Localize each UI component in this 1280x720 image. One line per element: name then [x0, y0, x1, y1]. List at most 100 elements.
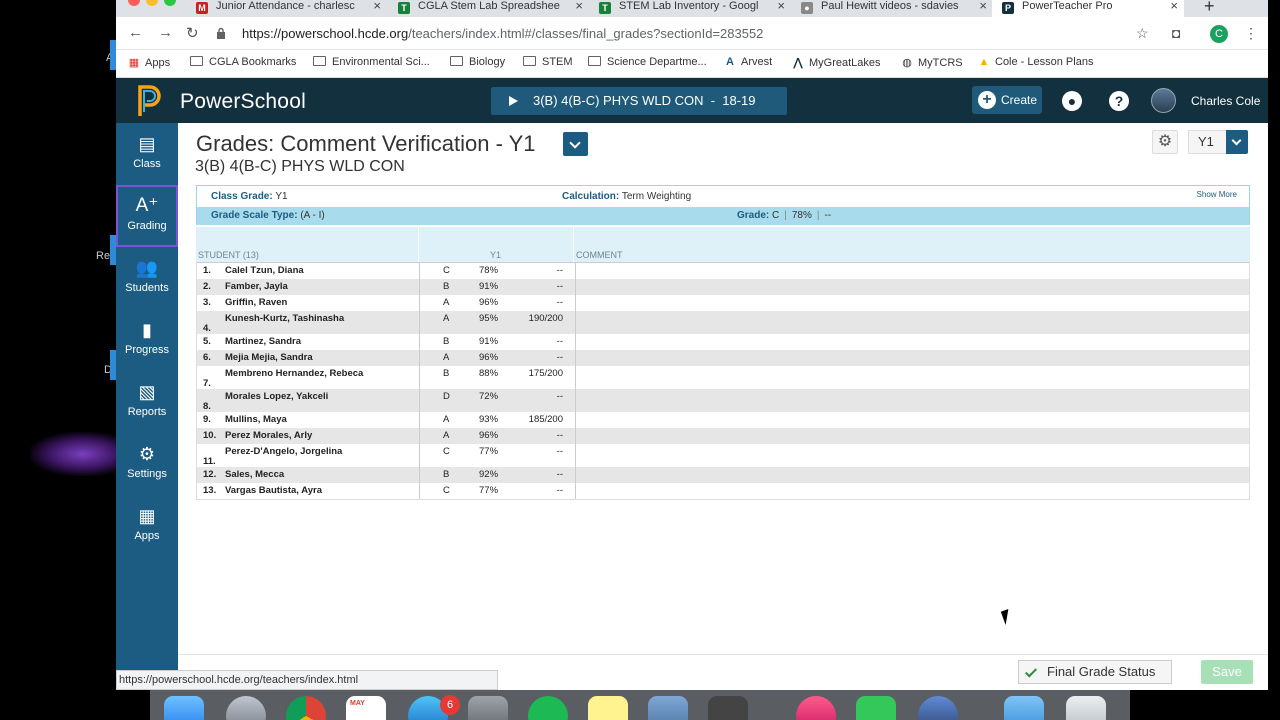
table-row[interactable]: 7. Membreno Hernandez, Rebeca B 88% 175/200 — [197, 366, 1249, 389]
user-name[interactable]: Charles Cole — [1191, 94, 1260, 108]
close-tab-icon[interactable]: × — [373, 0, 381, 12]
chrome-icon[interactable] — [286, 696, 326, 720]
comment-cell[interactable] — [575, 412, 1249, 428]
sidebar-item-settings[interactable]: ⚙ Settings — [116, 433, 178, 495]
student-name[interactable]: Kunesh-Kurtz, Tashinasha — [225, 313, 415, 324]
comment-cell[interactable] — [575, 334, 1249, 350]
create-button[interactable]: + Create — [972, 86, 1042, 114]
downloads-folder-icon[interactable] — [1004, 696, 1044, 720]
gear-icon[interactable]: ⚙ — [1152, 130, 1178, 154]
section-selector[interactable]: 3(B) 4(B-C) PHYS WLD CON - 18-19 — [491, 87, 787, 115]
table-row[interactable]: 12. Sales, Mecca B 92% -- — [197, 467, 1249, 483]
close-tab-icon[interactable]: × — [575, 0, 583, 12]
calculator-icon[interactable] — [708, 696, 748, 720]
table-row[interactable]: 1. Calel Tzun, Diana C 78% -- — [197, 263, 1249, 279]
table-row[interactable]: 9. Mullins, Maya A 93% 185/200 — [197, 412, 1249, 428]
bookmark-environmental-sci[interactable]: Environmental Sci... — [313, 56, 430, 68]
itunes-icon[interactable] — [796, 696, 836, 720]
comment-cell[interactable] — [575, 263, 1249, 279]
student-name[interactable]: Griffin, Raven — [225, 297, 415, 308]
trash-icon[interactable] — [1066, 696, 1106, 720]
chevron-down-icon[interactable] — [1226, 130, 1248, 154]
comment-cell[interactable] — [575, 467, 1249, 483]
preview-icon[interactable] — [648, 696, 688, 720]
column-header-term[interactable]: Y1 — [490, 250, 501, 260]
sidebar-item-reports[interactable]: ▧ Reports — [116, 371, 178, 433]
table-row[interactable]: 10. Perez Morales, Arly A 96% -- — [197, 428, 1249, 444]
bookmark-stem[interactable]: STEM — [523, 56, 573, 68]
comment-cell[interactable] — [575, 366, 1249, 389]
sidebar-item-class[interactable]: ▤ Class — [116, 123, 178, 185]
sidebar-item-apps[interactable]: ▦ Apps — [116, 495, 178, 557]
student-name[interactable]: Morales Lopez, Yakceli — [225, 391, 415, 402]
bookmark-mytcrs[interactable]: ◍ MyTCRS — [901, 56, 962, 69]
bookmark-apps[interactable]: ▦ Apps — [128, 56, 170, 69]
title-dropdown-button[interactable] — [563, 132, 588, 156]
powerschool-logo-icon[interactable] — [136, 84, 164, 118]
back-arrow-icon[interactable]: ← — [128, 24, 143, 41]
student-name[interactable]: Mejia Mejia, Sandra — [225, 352, 415, 363]
reload-icon[interactable]: ↻ — [186, 24, 199, 42]
student-name[interactable]: Mullins, Maya — [225, 414, 415, 425]
new-tab-icon[interactable]: + — [1204, 0, 1215, 17]
student-name[interactable]: Calel Tzun, Diana — [225, 265, 415, 276]
notes-icon[interactable] — [588, 696, 628, 720]
bookmark-star-icon[interactable]: ☆ — [1136, 25, 1149, 42]
bookmark-mygreatlakes[interactable]: ⋀ MyGreatLakes — [792, 56, 880, 69]
table-row[interactable]: 3. Griffin, Raven A 96% -- — [197, 295, 1249, 311]
comment-cell[interactable] — [575, 279, 1249, 295]
tab-stem-lab-inventory[interactable]: T STEM Lab Inventory - Googl × — [599, 0, 785, 17]
comment-cell[interactable] — [575, 295, 1249, 311]
table-row[interactable]: 11. Perez-D'Angelo, Jorgelina C 77% -- — [197, 444, 1249, 467]
sidebar-item-progress[interactable]: ▮ Progress — [116, 309, 178, 371]
table-row[interactable]: 8. Morales Lopez, Yakceli D 72% -- — [197, 389, 1249, 412]
column-header-student[interactable]: STUDENT (13) — [198, 250, 259, 260]
maximize-window-icon[interactable] — [164, 0, 176, 6]
comment-cell[interactable] — [575, 350, 1249, 366]
student-name[interactable]: Famber, Jayla — [225, 281, 415, 292]
comment-cell[interactable] — [575, 483, 1249, 499]
close-tab-icon[interactable]: × — [777, 0, 785, 12]
tab-junior-attendance[interactable]: M Junior Attendance - charlesc × — [196, 0, 381, 17]
url-input[interactable]: https://powerschool.hcde.org/teachers/in… — [242, 26, 763, 41]
student-name[interactable]: Perez Morales, Arly — [225, 430, 415, 441]
network-icon[interactable] — [918, 696, 958, 720]
table-row[interactable]: 13. Vargas Bautista, Ayra C 77% -- — [197, 483, 1249, 499]
bookmark-biology[interactable]: Biology — [450, 56, 505, 68]
tab-powerteacher-pro[interactable]: P PowerTeacher Pro × — [992, 0, 1184, 17]
table-row[interactable]: 5. Martinez, Sandra B 91% -- — [197, 334, 1249, 350]
table-row[interactable]: 2. Famber, Jayla B 91% -- — [197, 279, 1249, 295]
table-row[interactable]: 6. Mejia Mejia, Sandra A 96% -- — [197, 350, 1249, 366]
student-name[interactable]: Perez-D'Angelo, Jorgelina — [225, 446, 415, 457]
close-window-icon[interactable] — [128, 0, 140, 6]
tab-cgla-stem-lab[interactable]: T CGLA Stem Lab Spreadshee × — [398, 0, 583, 17]
sidebar-item-students[interactable]: 👥 Students — [116, 247, 178, 309]
tab-paul-hewitt-videos[interactable]: ● Paul Hewitt videos - sdavies × — [801, 0, 987, 17]
final-grade-status-button[interactable]: Final Grade Status — [1018, 660, 1172, 684]
avatar[interactable] — [1151, 88, 1176, 113]
comment-cell[interactable] — [575, 389, 1249, 412]
notification-bell-icon[interactable]: ● — [1062, 91, 1082, 111]
extension-icon[interactable]: ◘ — [1172, 25, 1180, 41]
finder-icon[interactable] — [164, 696, 204, 720]
comment-cell[interactable] — [575, 311, 1249, 334]
student-name[interactable]: Membreno Hernandez, Rebeca — [225, 368, 415, 379]
student-name[interactable]: Martinez, Sandra — [225, 336, 415, 347]
lock-icon[interactable] — [216, 27, 226, 39]
spotify-icon[interactable] — [528, 696, 568, 720]
close-tab-icon[interactable]: × — [1170, 0, 1178, 12]
browser-menu-icon[interactable]: ⋮ — [1244, 25, 1258, 42]
comment-cell[interactable] — [575, 444, 1249, 467]
launchpad-icon[interactable] — [226, 696, 266, 720]
forward-arrow-icon[interactable]: → — [158, 24, 173, 41]
system-preferences-icon[interactable] — [468, 696, 508, 720]
facetime-icon[interactable] — [856, 696, 896, 720]
minimize-window-icon[interactable] — [146, 0, 158, 6]
table-row[interactable]: 4. Kunesh-Kurtz, Tashinasha A 95% 190/200 — [197, 311, 1249, 334]
bookmark-cgla[interactable]: CGLA Bookmarks — [190, 56, 296, 68]
sidebar-item-grading[interactable]: A⁺ Grading — [116, 185, 178, 247]
student-name[interactable]: Sales, Mecca — [225, 469, 415, 480]
profile-avatar[interactable]: C — [1210, 25, 1228, 43]
show-more-link[interactable]: Show More — [1197, 190, 1237, 199]
save-button[interactable]: Save — [1201, 660, 1253, 684]
